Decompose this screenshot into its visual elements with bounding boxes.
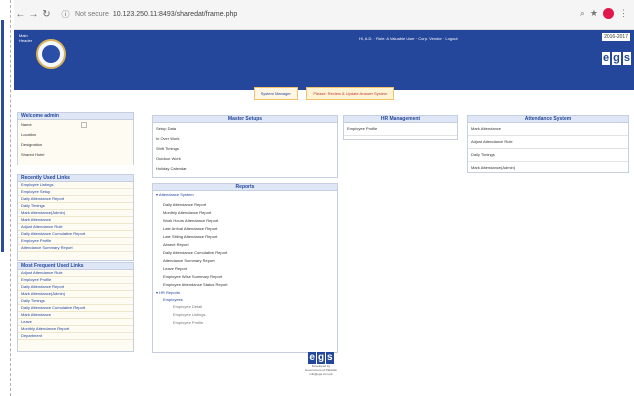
report-link[interactable]: Absent Report [153,241,337,249]
report-section-attendance[interactable]: ▾ Attendance System [153,191,337,199]
left-panel-strip [0,0,11,396]
frequent-link[interactable]: Daily Timings [18,298,133,305]
recent-link[interactable]: Employee Setup [18,189,133,196]
mostused-title: Most Frequent Used Links [18,263,133,270]
master-link[interactable]: Setup Data [153,124,337,134]
url-text: 10.123.250.11:8493/sharedat/frame.php [112,11,238,18]
att-link[interactable]: Daily Timings [468,149,628,162]
menu-icon[interactable]: ⋮ [619,8,628,19]
report-link[interactable]: Employee Detail [153,303,337,311]
recent-link[interactable]: Adjust Attendance Rule [18,224,133,231]
system-manager-button[interactable]: System Manager [253,87,298,100]
app-header: Main Header Hi, A.D. · Role: A Valuable … [14,30,634,90]
hotel-label: Shared Hotel [21,152,45,157]
broken-image-icon [81,122,88,128]
report-link[interactable]: Employee Wise Summary Report [153,273,337,281]
report-link[interactable]: Late Arrival Attendance Report [153,225,337,233]
hrm-link[interactable]: Employee Profile [344,123,457,136]
name-label: Name [21,122,32,127]
report-link[interactable]: Daily Attendance Cumulative Report [153,249,337,257]
frequent-link[interactable]: Daily Attendance Cumulative Report [18,305,133,312]
recent-link[interactable]: Mark Attendance(Admin) [18,210,133,217]
zoom-icon[interactable]: ⌕ [580,8,585,19]
master-title: Master Setups [153,116,337,123]
hrm-title: HR Management [344,116,457,123]
screenshot: ← → ↻ ⓘ Not secure 10.123.250.11:8493/sh… [0,0,634,396]
browser-toolbar: ← → ↻ ⓘ Not secure 10.123.250.11:8493/sh… [14,0,634,30]
footer-brand-logo: e g s [308,352,334,364]
att-link[interactable]: Adjust Attendance Rule [468,136,628,149]
designation-label: Designation [21,142,43,147]
brand-logo: e g s [602,52,631,65]
recent-link[interactable]: Employee Listings [18,182,133,189]
user-photo [75,120,133,165]
frequent-link[interactable]: Mark Attendance [18,312,133,319]
forward-icon[interactable]: → [27,9,40,20]
address-bar[interactable]: ⓘ Not secure 10.123.250.11:8493/sharedat… [59,6,529,24]
recent-link[interactable]: Attendance Summary Report [18,245,133,252]
recent-link[interactable]: Employee Profile [18,238,133,245]
reports-panel: Reports ▾ Attendance System Daily Attend… [152,183,338,353]
organization-logo [36,39,66,69]
report-section-hr[interactable]: ▾ HR Reports [153,289,337,296]
action-bar: System Manager Please: Review & Update A… [14,82,634,100]
report-link[interactable]: Attendance Summary Report [153,257,337,265]
master-setups-panel: Master Setups Setup Data In Over Work Sh… [152,115,338,178]
frequent-link[interactable]: Mark Attendance(Admin) [18,291,133,298]
att-title: Attendance System [468,116,628,123]
reports-title: Reports [153,184,337,191]
extension-icon[interactable] [603,8,614,19]
master-link[interactable]: Outdoor Work [153,154,337,164]
master-link[interactable]: Shift Timings [153,144,337,154]
hr-management-panel: HR Management Employee Profile [343,115,458,140]
master-link[interactable]: Holiday Calendar [153,164,337,174]
review-answer-button[interactable]: Please: Review & Update Answer System [306,87,395,100]
frequent-link[interactable]: Monthly Attendance Report [18,326,133,333]
report-subsection-employees[interactable]: Employees [153,296,337,303]
recent-title: Recently Used Links [18,175,133,182]
recent-link[interactable]: Daily Attendance Report [18,196,133,203]
frequent-link[interactable]: Adjust Attendance Rule [18,270,133,277]
frequent-link[interactable]: Daily Attendance Report [18,284,133,291]
att-link[interactable]: Mark Attendance [468,123,628,136]
frequent-link[interactable]: Employee Profile [18,277,133,284]
recent-link[interactable]: Daily Attendance Cumulative Report [18,231,133,238]
report-link[interactable]: Late Sitting Attendance Report [153,233,337,241]
report-link[interactable]: Employee Attendance Status Report [153,281,337,289]
report-link[interactable]: Employee Profile [153,319,337,327]
frequent-link[interactable]: Leave [18,319,133,326]
recent-link[interactable]: Daily Timings [18,203,133,210]
welcome-panel: Welcome admin Name Location Designation … [17,112,134,165]
recently-used-panel: Recently Used Links Employee Listings Em… [17,174,134,261]
footer-line: info@egs.com.pk [309,372,333,376]
reload-icon[interactable]: ↻ [40,9,53,20]
report-link[interactable]: Work Hours Attendance Report [153,217,337,225]
report-link[interactable]: Monthly Attendance Report [153,209,337,217]
frequent-link[interactable]: Department [18,333,133,340]
report-link[interactable]: Employee Listings [153,311,337,319]
master-link[interactable]: In Over Work [153,134,337,144]
recent-link[interactable]: Mark Attendance [18,217,133,224]
info-icon[interactable]: ⓘ [59,9,72,20]
welcome-title: Welcome admin [18,113,133,120]
session-year-select[interactable]: 2016-2017 [602,33,630,41]
report-link[interactable]: Leave Report [153,265,337,273]
report-link[interactable]: Daily Attendance Report [153,201,337,209]
user-info-text: Hi, A.D. · Role: A Valuable User · Corp.… [359,36,458,41]
header-caption: Main Header [19,33,33,43]
back-icon[interactable]: ← [14,9,27,20]
location-label: Location [21,132,37,137]
attendance-system-panel: Attendance System Mark Attendance Adjust… [467,115,629,173]
footer: e g s Developed by Government of Pakista… [301,352,341,376]
most-used-panel: Most Frequent Used Links Adjust Attendan… [17,262,134,352]
bookmark-star-icon[interactable]: ★ [590,8,598,19]
att-link[interactable]: Mark Attendance(Admin) [468,162,628,174]
security-label: Not secure [75,11,109,18]
browser-window: ← → ↻ ⓘ Not secure 10.123.250.11:8493/sh… [14,0,634,396]
